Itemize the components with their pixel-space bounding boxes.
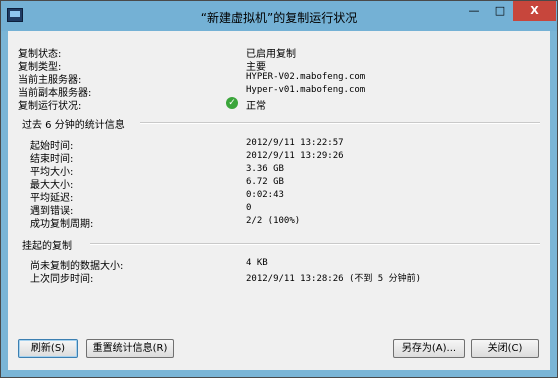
unreplicated-size-value: 4 KB xyxy=(246,258,268,268)
average-size-value: 3.36 GB xyxy=(246,164,284,174)
title-bar[interactable]: “新建虚拟机”的复制运行状况 — □ X xyxy=(1,1,557,31)
refresh-button[interactable]: 刷新(S) xyxy=(18,339,78,358)
successful-cycles-label: 成功复制周期: xyxy=(30,219,94,230)
last-sync-label: 上次同步时间: xyxy=(30,274,94,285)
end-time-value: 2012/9/11 13:29:26 xyxy=(246,151,344,161)
close-window-button[interactable]: X xyxy=(513,1,556,21)
replica-server-value: Hyper-v01.mabofeng.com xyxy=(246,85,366,95)
pending-group-divider xyxy=(90,243,540,245)
stats-group-title: 过去 6 分钟的统计信息 xyxy=(22,120,125,131)
errors-value: 0 xyxy=(246,203,252,213)
start-time-value: 2012/9/11 13:22:57 xyxy=(246,138,344,148)
last-sync-value: 2012/9/11 13:28:26 (不到 5 分钟前) xyxy=(246,274,422,284)
reset-stats-button[interactable]: 重置统计信息(R) xyxy=(86,339,174,358)
replication-health-label: 复制运行状况: xyxy=(18,101,82,112)
pending-group-title: 挂起的复制 xyxy=(22,241,72,252)
save-as-button[interactable]: 另存为(A)... xyxy=(393,339,465,358)
dialog-content: 复制状态: 已启用复制 复制类型: 主要 当前主服务器: HYPER-V02.m… xyxy=(8,31,550,370)
primary-server-value: HYPER-V02.mabofeng.com xyxy=(246,72,366,82)
replication-health-value: 正常 xyxy=(246,101,266,112)
dialog-window: “新建虚拟机”的复制运行状况 — □ X 复制状态: 已启用复制 复制类型: 主… xyxy=(0,0,558,378)
close-button[interactable]: 关闭(C) xyxy=(471,339,539,358)
stats-group-divider xyxy=(140,122,540,124)
minimize-button[interactable]: — xyxy=(461,1,487,21)
replication-type-value: 主要 xyxy=(246,62,266,73)
successful-cycles-value: 2/2 (100%) xyxy=(246,216,301,226)
max-size-value: 6.72 GB xyxy=(246,177,284,187)
maximize-button[interactable]: □ xyxy=(487,1,513,21)
app-icon xyxy=(7,8,23,22)
average-latency-value: 0:02:43 xyxy=(246,190,284,200)
check-icon: ✓ xyxy=(226,97,238,109)
window-title: “新建虚拟机”的复制运行状况 xyxy=(200,11,358,25)
